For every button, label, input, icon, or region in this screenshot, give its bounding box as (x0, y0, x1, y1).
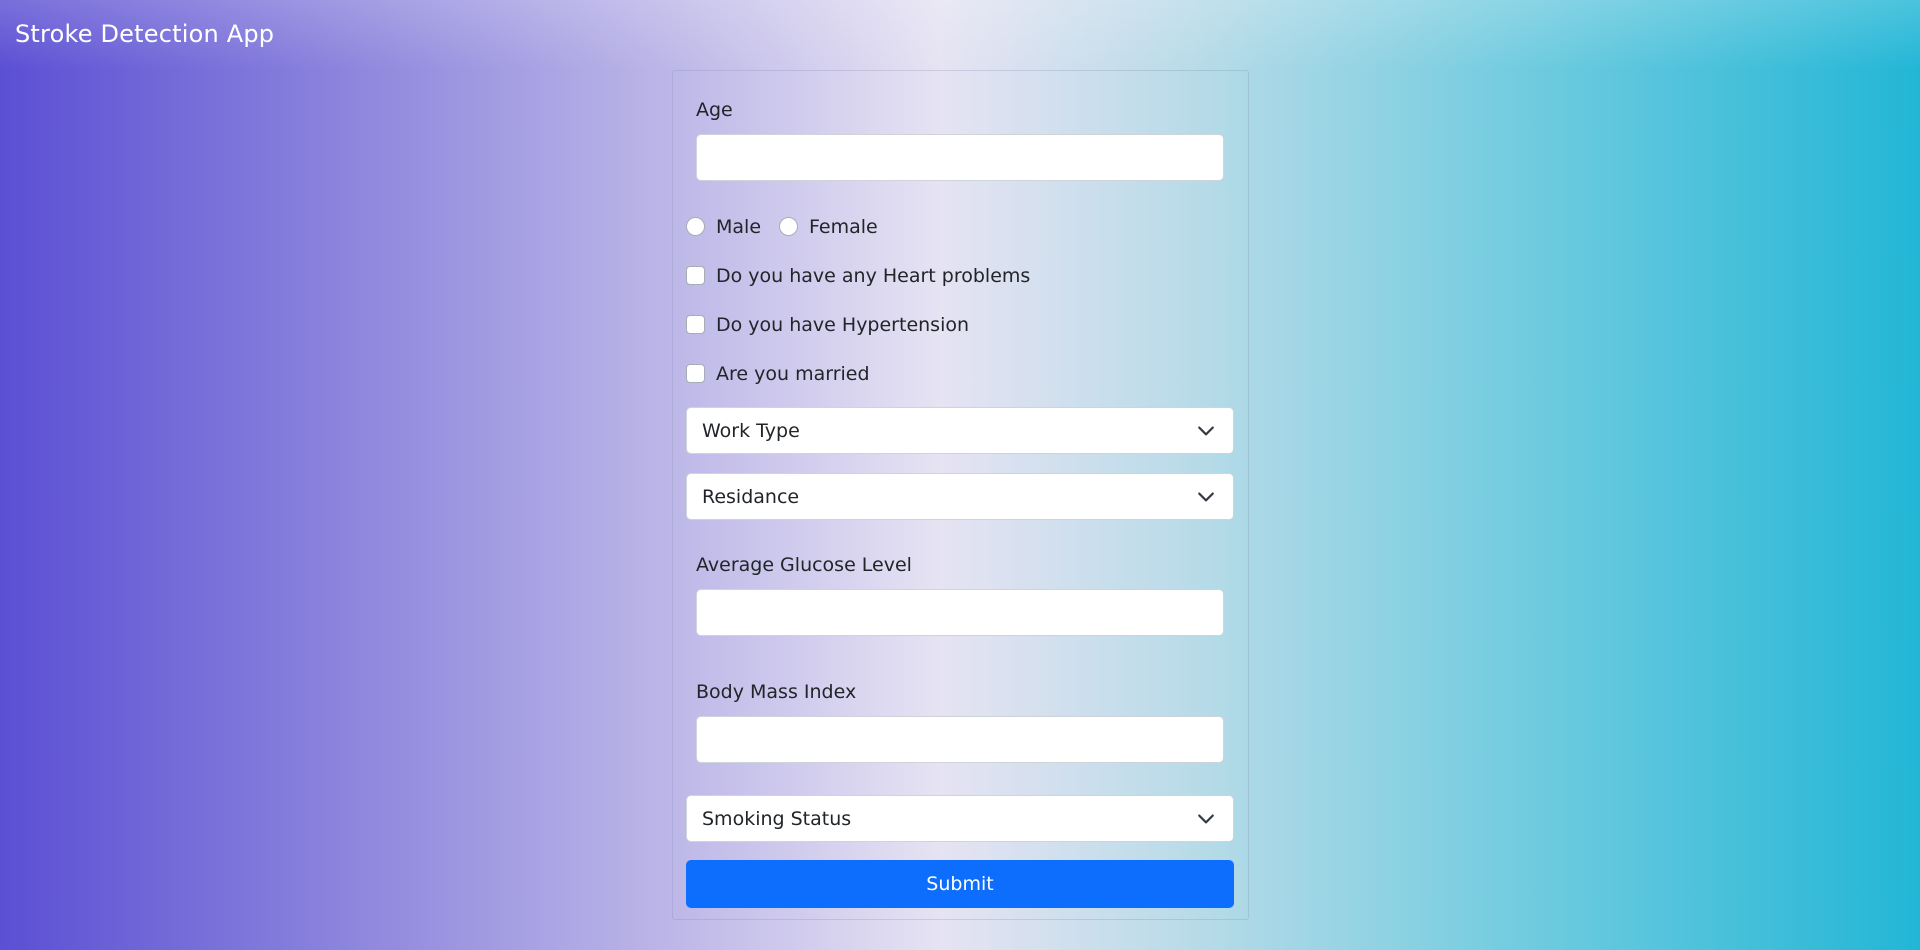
glucose-label: Average Glucose Level (696, 554, 912, 576)
smoking-status-select[interactable]: Smoking Status (686, 795, 1234, 842)
married-checkbox[interactable] (686, 364, 705, 383)
heart-problems-label: Do you have any Heart problems (716, 265, 1031, 287)
chevron-down-icon (1198, 426, 1214, 436)
married-label: Are you married (716, 363, 870, 385)
residence-value: Residance (702, 486, 800, 508)
age-label: Age (696, 99, 733, 121)
female-label: Female (809, 216, 878, 238)
submit-button[interactable]: Submit (686, 860, 1234, 908)
top-bar: Stroke Detection App (0, 0, 1920, 70)
bmi-label: Body Mass Index (696, 681, 857, 703)
male-radio[interactable] (686, 217, 705, 236)
hypertension-checkbox[interactable] (686, 315, 705, 334)
work-type-select[interactable]: Work Type (686, 407, 1234, 454)
residence-select[interactable]: Residance (686, 473, 1234, 520)
glucose-input[interactable] (696, 589, 1224, 636)
hypertension-label: Do you have Hypertension (716, 314, 970, 336)
age-input[interactable] (696, 134, 1224, 181)
bmi-input[interactable] (696, 716, 1224, 763)
chevron-down-icon (1198, 492, 1214, 502)
app-title: Stroke Detection App (15, 20, 275, 48)
chevron-down-icon (1198, 814, 1214, 824)
smoking-status-value: Smoking Status (702, 808, 852, 830)
male-label: Male (716, 216, 762, 238)
heart-problems-checkbox[interactable] (686, 266, 705, 285)
work-type-value: Work Type (702, 420, 800, 442)
female-radio[interactable] (779, 217, 798, 236)
